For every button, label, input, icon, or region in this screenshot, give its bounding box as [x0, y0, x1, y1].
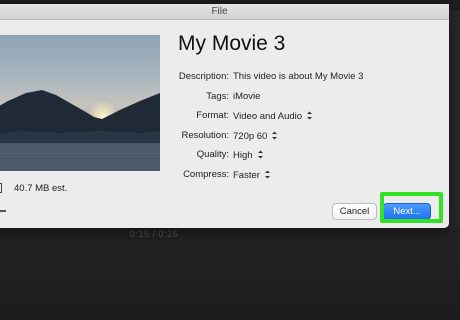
dialog-edge-glyph	[0, 210, 6, 212]
cancel-button[interactable]: Cancel	[332, 203, 377, 220]
format-row: Format: Video and Audio	[140, 110, 440, 124]
stepper-icon	[307, 111, 313, 120]
playback-timecode: 0:15 / 0:26	[130, 229, 179, 239]
compress-row: Compress: Faster	[140, 169, 440, 183]
description-label: Description:	[178, 71, 229, 82]
stepper-icon	[264, 170, 270, 179]
format-label: Format:	[196, 110, 229, 121]
stepper-icon	[257, 150, 263, 159]
next-button-highlight	[380, 192, 443, 223]
resolution-value: 720p 60	[233, 131, 268, 142]
movie-title: My Movie 3	[178, 32, 286, 55]
quality-popup[interactable]: High	[233, 149, 264, 161]
app-background-player	[0, 228, 460, 320]
stepper-icon	[272, 131, 278, 140]
tags-row: Tags: iMovie	[140, 91, 440, 105]
resolution-popup[interactable]: 720p 60	[233, 130, 278, 142]
compress-popup[interactable]: Faster	[233, 169, 271, 181]
movie-thumbnail	[0, 35, 160, 171]
resolution-label: Resolution:	[181, 130, 229, 141]
mountain-sunset-image	[0, 90, 160, 171]
file-size-icon	[0, 183, 2, 193]
compress-value: Faster	[233, 170, 260, 181]
compress-label: Compress:	[183, 169, 229, 180]
tags-label: Tags:	[206, 91, 229, 102]
format-value: Video and Audio	[233, 111, 303, 122]
dialog-titlebar: File	[0, 4, 449, 20]
description-field[interactable]: This video is about My Movie 3	[233, 71, 363, 82]
quality-label: Quality:	[196, 149, 229, 160]
size-estimate: 40.7 MB est.	[14, 183, 68, 194]
description-row: Description: This video is about My Movi…	[140, 71, 440, 85]
tags-field[interactable]: iMovie	[233, 91, 260, 102]
quality-value: High	[233, 150, 253, 161]
quality-row: Quality: High	[140, 149, 440, 163]
resolution-row: Resolution: 720p 60	[140, 130, 440, 144]
format-popup[interactable]: Video and Audio	[233, 110, 313, 122]
